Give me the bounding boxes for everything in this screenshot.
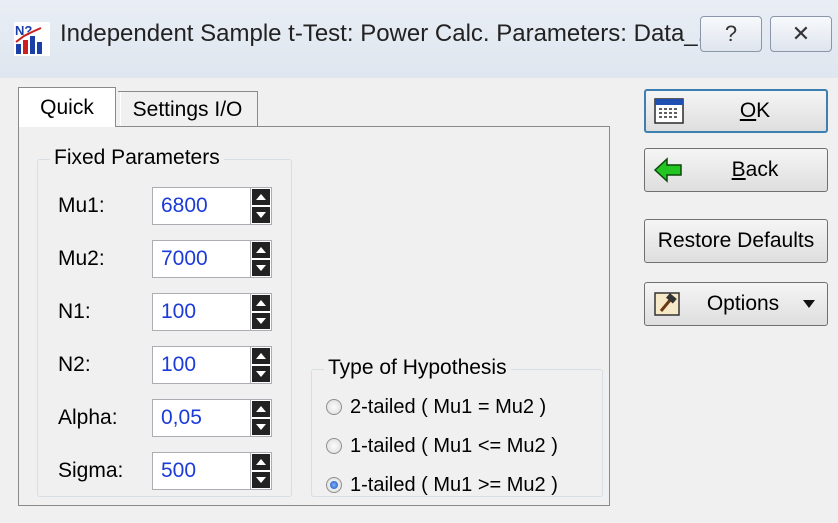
sigma-spin-down[interactable] [252, 472, 270, 488]
tab-settings-io[interactable]: Settings I/O [118, 91, 258, 127]
arrow-down-icon [256, 424, 266, 430]
hypothesis-group: Type of Hypothesis 2-tailed ( Mu1 = Mu2 … [311, 356, 603, 500]
alpha-spin-up[interactable] [252, 401, 270, 417]
sigma-spinner[interactable] [250, 452, 272, 490]
arrow-up-icon [256, 353, 266, 359]
mu1-label: Mu1: [58, 194, 105, 217]
n1-spinner[interactable] [250, 293, 272, 331]
sigma-spin-up[interactable] [252, 454, 270, 470]
mu2-input[interactable] [152, 240, 250, 278]
alpha-spinner[interactable] [250, 399, 272, 437]
hypothesis-option-2-tailed[interactable]: 2-tailed ( Mu1 = Mu2 ) [326, 392, 546, 422]
mu2-row: Mu2: [58, 239, 272, 279]
arrow-up-icon [256, 300, 266, 306]
mu1-spinner[interactable] [250, 187, 272, 225]
n1-row: N1: [58, 292, 272, 332]
arrow-down-icon [256, 318, 266, 324]
radio-button[interactable] [326, 399, 342, 415]
hypothesis-option-1-tailed-ge[interactable]: 1-tailed ( Mu1 >= Mu2 ) [326, 470, 558, 500]
mu1-row: Mu1: [58, 186, 272, 226]
n1-spin-down[interactable] [252, 313, 270, 329]
arrow-down-icon [256, 477, 266, 483]
back-button[interactable]: Back [644, 148, 828, 192]
ok-dialog-icon [654, 98, 684, 124]
quick-tab-panel: Fixed Parameters Mu1: Mu2: [18, 126, 610, 506]
power-calc-dialog: N? Independent Sample t-Test: Power Calc… [0, 0, 838, 523]
radio-button-checked[interactable] [326, 477, 342, 493]
sigma-row: Sigma: [58, 451, 272, 491]
title-bar[interactable]: N? Independent Sample t-Test: Power Calc… [0, 0, 838, 78]
app-icon: N? [14, 22, 50, 56]
help-icon: ? [724, 21, 738, 46]
n2-spinner[interactable] [250, 346, 272, 384]
fixed-parameters-legend: Fixed Parameters [50, 146, 224, 170]
n2-input[interactable] [152, 346, 250, 384]
alpha-row: Alpha: [58, 398, 272, 438]
tab-quick[interactable]: Quick [18, 87, 116, 127]
arrow-down-icon [256, 212, 266, 218]
back-arrow-icon [653, 157, 682, 183]
sigma-input[interactable] [152, 452, 250, 490]
fixed-parameters-group: Fixed Parameters Mu1: Mu2: [37, 146, 292, 497]
radio-button[interactable] [326, 438, 342, 454]
alpha-spin-down[interactable] [252, 419, 270, 435]
close-button[interactable]: ✕ [770, 16, 832, 52]
restore-defaults-label: Restore Defaults [657, 229, 815, 252]
n1-spin-up[interactable] [252, 295, 270, 311]
ok-button[interactable]: OK [644, 89, 828, 133]
mu1-input[interactable] [152, 187, 250, 225]
hypothesis-option-1-tailed-le[interactable]: 1-tailed ( Mu1 <= Mu2 ) [326, 431, 558, 461]
sigma-label: Sigma: [58, 459, 124, 482]
window-title: Independent Sample t-Test: Power Calc. P… [60, 20, 718, 47]
mu2-label: Mu2: [58, 247, 105, 270]
n2-label: N2: [58, 353, 91, 376]
mu2-spinner[interactable] [250, 240, 272, 278]
mu2-spin-up[interactable] [252, 242, 270, 258]
back-button-label: Back [731, 158, 779, 181]
client-area: Quick Settings I/O Fixed Parameters Mu1:… [0, 78, 838, 523]
n2-row: N2: [58, 345, 272, 385]
dropdown-arrow-icon [803, 300, 815, 308]
mu1-spin-down[interactable] [252, 207, 270, 223]
hypothesis-option-label: 2-tailed ( Mu1 = Mu2 ) [350, 395, 547, 418]
mu2-spin-down[interactable] [252, 260, 270, 276]
help-button[interactable]: ? [700, 16, 762, 52]
alpha-label: Alpha: [58, 406, 118, 429]
arrow-down-icon [256, 265, 266, 271]
n1-input[interactable] [152, 293, 250, 331]
tab-settings-io-label: Settings I/O [132, 97, 243, 121]
n1-label: N1: [58, 300, 91, 323]
restore-defaults-button[interactable]: Restore Defaults [644, 219, 828, 263]
hypothesis-option-label: 1-tailed ( Mu1 >= Mu2 ) [350, 473, 558, 496]
hypothesis-legend: Type of Hypothesis [324, 356, 511, 380]
tab-quick-label: Quick [40, 95, 94, 119]
arrow-down-icon [256, 371, 266, 377]
close-icon: ✕ [791, 21, 811, 46]
arrow-up-icon [256, 247, 266, 253]
mu1-spin-up[interactable] [252, 189, 270, 205]
n2-spin-down[interactable] [252, 366, 270, 382]
arrow-up-icon [256, 194, 266, 200]
alpha-input[interactable] [152, 399, 250, 437]
options-button[interactable]: Options [644, 282, 828, 326]
arrow-up-icon [256, 459, 266, 465]
ok-button-label: OK [739, 99, 771, 122]
arrow-up-icon [256, 406, 266, 412]
n2-spin-up[interactable] [252, 348, 270, 364]
options-button-label: Options [706, 292, 780, 315]
hypothesis-option-label: 1-tailed ( Mu1 <= Mu2 ) [350, 434, 558, 457]
hammer-icon [654, 292, 680, 316]
